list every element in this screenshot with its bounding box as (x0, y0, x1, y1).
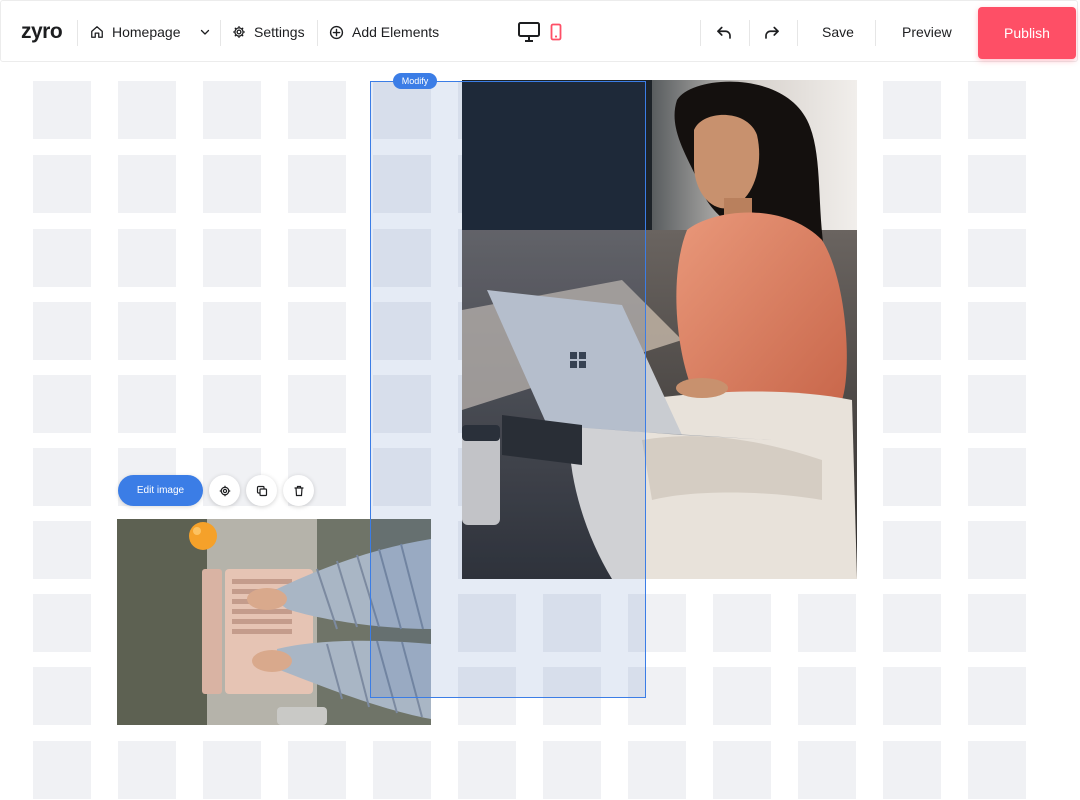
grid-placeholder-cell (883, 448, 941, 506)
settings-label: Settings (254, 24, 305, 40)
grid-placeholder-cell (458, 741, 516, 799)
grid-placeholder-cell (968, 229, 1026, 287)
divider (77, 20, 78, 46)
save-button[interactable]: Save (822, 1, 854, 63)
grid-placeholder-cell (203, 375, 261, 433)
plus-circle-icon (329, 25, 344, 39)
grid-placeholder-cell (118, 229, 176, 287)
phone-icon (550, 23, 562, 41)
redo-button[interactable] (763, 1, 781, 63)
grid-placeholder-cell (713, 594, 771, 652)
duplicate-icon (256, 485, 267, 496)
redo-icon (765, 26, 779, 39)
grid-placeholder-cell (968, 302, 1026, 360)
trash-icon (293, 485, 304, 496)
selection-overlay (371, 82, 645, 697)
grid-placeholder-cell (288, 375, 346, 433)
settings-button[interactable]: Settings (232, 1, 305, 63)
grid-placeholder-cell (203, 229, 261, 287)
grid-placeholder-cell (968, 741, 1026, 799)
grid-placeholder-cell (968, 448, 1026, 506)
grid-placeholder-cell (118, 741, 176, 799)
grid-placeholder-cell (883, 667, 941, 725)
grid-placeholder-cell (33, 81, 91, 139)
grid-placeholder-cell (288, 741, 346, 799)
gear-icon (233, 26, 245, 38)
grid-placeholder-cell (288, 155, 346, 213)
grid-placeholder-cell (883, 81, 941, 139)
grid-placeholder-cell (883, 741, 941, 799)
divider (317, 20, 318, 46)
grid-placeholder-cell (883, 155, 941, 213)
grid-placeholder-cell (33, 375, 91, 433)
grid-placeholder-cell (883, 594, 941, 652)
grid-placeholder-cell (118, 81, 176, 139)
delete-image-button[interactable] (283, 475, 314, 506)
grid-placeholder-cell (288, 81, 346, 139)
divider (749, 20, 750, 46)
add-elements-button[interactable]: Add Elements (329, 1, 439, 63)
add-elements-label: Add Elements (352, 24, 440, 40)
grid-placeholder-cell (968, 521, 1026, 579)
grid-placeholder-cell (628, 741, 686, 799)
grid-placeholder-cell (373, 741, 431, 799)
zyro-logo[interactable]: zyro (21, 1, 63, 63)
page-selector[interactable]: Homepage (90, 1, 211, 63)
preview-button[interactable]: Preview (902, 1, 952, 63)
divider (700, 20, 701, 46)
modify-badge[interactable]: Modify (393, 73, 437, 89)
grid-placeholder-cell (883, 302, 941, 360)
divider (797, 20, 798, 46)
grid-placeholder-cell (883, 375, 941, 433)
grid-placeholder-cell (118, 155, 176, 213)
grid-placeholder-cell (203, 155, 261, 213)
grid-placeholder-cell (118, 302, 176, 360)
home-icon (91, 26, 103, 38)
monitor-icon (518, 22, 540, 42)
grid-placeholder-cell (798, 741, 856, 799)
gear-icon (219, 485, 230, 496)
grid-placeholder-cell (968, 667, 1026, 725)
grid-placeholder-cell (968, 375, 1026, 433)
editor-topbar: zyro Homepage Settings Add Elements Save… (0, 0, 1078, 62)
grid-placeholder-cell (713, 667, 771, 725)
grid-placeholder-cell (713, 741, 771, 799)
grid-placeholder-cell (33, 521, 91, 579)
grid-placeholder-cell (33, 594, 91, 652)
publish-button[interactable]: Publish (978, 7, 1076, 59)
duplicate-image-button[interactable] (246, 475, 277, 506)
page-selector-label: Homepage (112, 24, 181, 40)
image-settings-button[interactable] (209, 475, 240, 506)
grid-placeholder-cell (203, 302, 261, 360)
grid-placeholder-cell (33, 448, 91, 506)
divider (875, 20, 876, 46)
grid-placeholder-cell (288, 229, 346, 287)
edit-image-button[interactable]: Edit image (118, 475, 203, 506)
grid-placeholder-cell (883, 521, 941, 579)
grid-placeholder-cell (798, 594, 856, 652)
grid-placeholder-cell (118, 375, 176, 433)
grid-placeholder-cell (33, 302, 91, 360)
grid-placeholder-cell (288, 302, 346, 360)
mobile-view-toggle[interactable] (550, 1, 562, 63)
divider (220, 20, 221, 46)
grid-placeholder-cell (33, 741, 91, 799)
desktop-view-toggle[interactable] (517, 1, 541, 63)
chevron-down-icon[interactable] (199, 26, 211, 38)
undo-button[interactable] (715, 1, 733, 63)
grid-placeholder-cell (968, 155, 1026, 213)
grid-placeholder-cell (203, 81, 261, 139)
grid-placeholder-cell (968, 81, 1026, 139)
grid-placeholder-cell (798, 667, 856, 725)
grid-placeholder-cell (33, 155, 91, 213)
grid-placeholder-cell (968, 594, 1026, 652)
grid-placeholder-cell (543, 741, 601, 799)
grid-placeholder-cell (33, 667, 91, 725)
undo-icon (717, 26, 731, 39)
grid-placeholder-cell (203, 741, 261, 799)
grid-placeholder-cell (33, 229, 91, 287)
grid-placeholder-cell (883, 229, 941, 287)
